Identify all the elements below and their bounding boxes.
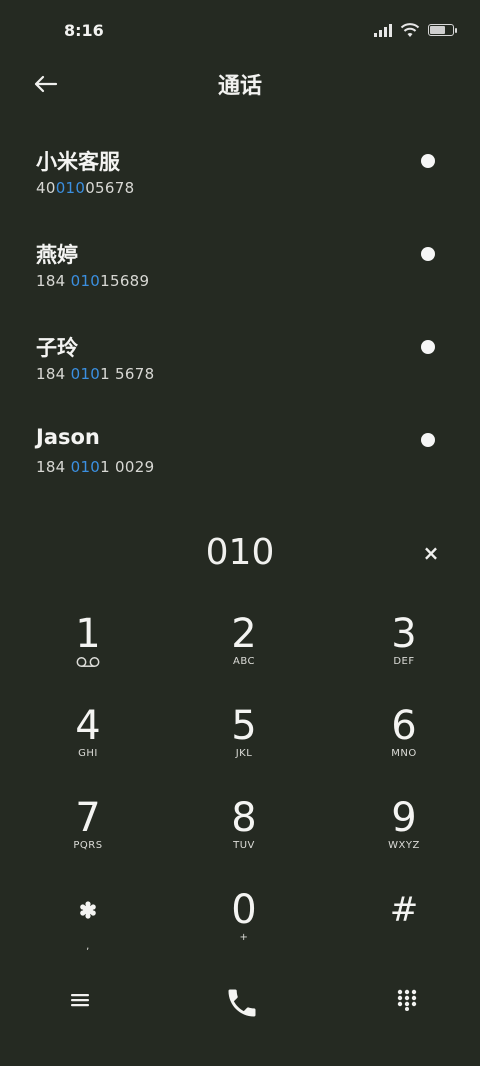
status-time: 8:16 [64, 21, 104, 40]
contact-number: 184 0101 5678 [36, 365, 155, 383]
key-digit: 5 [231, 703, 257, 749]
contact-item[interactable]: 燕婷 184 01015689 [0, 233, 480, 326]
contact-item[interactable]: Jason 184 0101 0029 [0, 419, 480, 512]
contact-item[interactable]: 小米客服 4001005678 [0, 140, 480, 233]
key-letters: ABC [232, 656, 255, 667]
key-letters: GHI [78, 748, 98, 759]
key-6[interactable]: 6 MNO [344, 704, 464, 784]
key-letters: PQRS [73, 840, 103, 851]
key-digit: 7 [75, 795, 101, 841]
voicemail-icon [28, 656, 148, 672]
key-letters: TUV [233, 840, 255, 851]
contact-status-dot [421, 340, 435, 354]
status-bar: 8:16 [0, 0, 480, 62]
dial-display: 010 × [0, 530, 480, 580]
key-letters: WXYZ [388, 840, 420, 851]
dialed-number: 010 [205, 532, 275, 573]
key-digit: 4 [75, 703, 101, 749]
key-digit: 0 [231, 887, 257, 933]
key-digit: 3 [391, 611, 417, 657]
key-digit: # [389, 890, 419, 930]
key-letters: JKL [235, 748, 253, 759]
key-digit: 6 [391, 703, 417, 749]
menu-icon [71, 994, 89, 1007]
contact-number: 184 01015689 [36, 272, 150, 290]
menu-button[interactable] [55, 975, 105, 1025]
contact-status-dot [421, 154, 435, 168]
key-letters: DEF [393, 656, 415, 667]
key-9[interactable]: 9 WXYZ [344, 796, 464, 876]
key-hash[interactable]: # [344, 888, 464, 968]
contact-number: 4001005678 [36, 179, 135, 197]
page-title: 通话 [217, 74, 262, 99]
bottom-bar [0, 975, 480, 1035]
contact-list: 小米客服 4001005678 燕婷 184 01015689 子玲 184 0… [0, 140, 480, 512]
key-7[interactable]: 7 PQRS [28, 796, 148, 876]
key-letters: + [239, 932, 249, 943]
key-letters: MNO [391, 748, 417, 759]
contact-item[interactable]: 子玲 184 0101 5678 [0, 326, 480, 419]
key-3[interactable]: 3 DEF [344, 612, 464, 692]
key-0[interactable]: 0 + [184, 888, 304, 968]
contact-status-dot [421, 247, 435, 261]
key-star[interactable]: , [28, 888, 148, 968]
key-5[interactable]: 5 JKL [184, 704, 304, 784]
phone-call-icon [228, 989, 256, 1017]
contact-name: 小米客服 [36, 150, 120, 174]
call-button[interactable] [217, 978, 267, 1028]
contact-number: 184 0101 0029 [36, 458, 155, 476]
wifi-icon [400, 23, 420, 37]
signal-icon [374, 23, 392, 37]
clear-button[interactable]: × [420, 542, 442, 564]
key-digit: 8 [231, 795, 257, 841]
header: 通话 [0, 62, 480, 106]
key-digit: 2 [231, 611, 257, 657]
contact-name: Jason [36, 425, 100, 449]
key-letters: , [86, 941, 90, 952]
asterisk-icon [28, 888, 148, 941]
key-digit: 1 [75, 611, 101, 657]
key-1[interactable]: 1 [28, 612, 148, 692]
status-icons [374, 22, 457, 38]
contact-name: 子玲 [36, 336, 78, 360]
key-8[interactable]: 8 TUV [184, 796, 304, 876]
contact-status-dot [421, 433, 435, 447]
contact-name: 燕婷 [36, 243, 78, 267]
key-4[interactable]: 4 GHI [28, 704, 148, 784]
key-2[interactable]: 2 ABC [184, 612, 304, 692]
battery-icon [428, 24, 457, 36]
key-digit: 9 [391, 795, 417, 841]
dialpad-toggle-button[interactable] [382, 975, 432, 1025]
dialpad-icon [397, 989, 417, 1011]
